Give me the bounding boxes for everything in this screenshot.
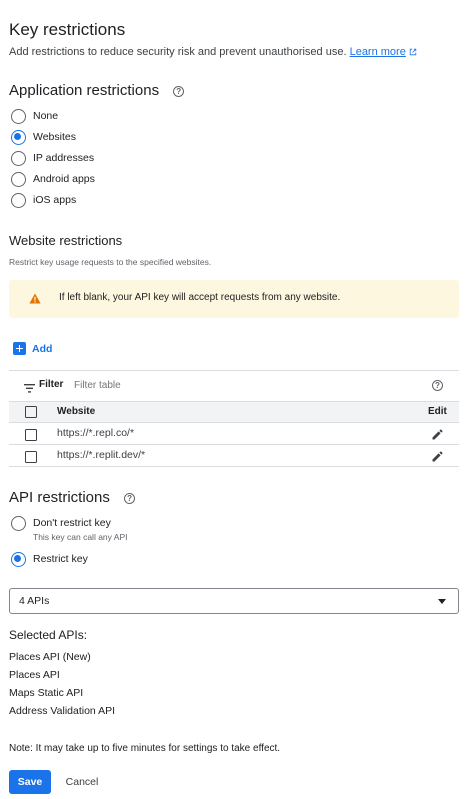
selected-api-item: Places API (New): [9, 651, 91, 663]
radio-dont-restrict-key[interactable]: Don't restrict key: [11, 515, 111, 531]
selected-api-item: Address Validation API: [9, 705, 116, 717]
radio-websites[interactable]: Websites: [11, 129, 76, 145]
edit-pencil-icon[interactable]: [432, 451, 443, 462]
selected-api-item: Maps Static API: [9, 687, 84, 699]
website-value: https://*.replit.dev/*: [57, 449, 146, 461]
radio-label: Restrict key: [33, 553, 88, 565]
filter-help-icon[interactable]: ?: [432, 380, 443, 391]
application-restrictions-label: Application restrictions: [9, 82, 160, 99]
radio-android-apps[interactable]: Android apps: [11, 171, 95, 187]
select-value: 4 APIs: [19, 595, 50, 607]
help-icon[interactable]: ?: [173, 86, 185, 97]
column-header-edit: Edit: [428, 406, 447, 417]
website-restrictions-description: Restrict key usage requests to the speci…: [9, 257, 212, 267]
warning-icon: [29, 293, 41, 304]
warning-banner: If left blank, your API key will accept …: [9, 280, 459, 318]
radio-label: Websites: [33, 131, 76, 143]
selected-api-item: Places API: [9, 669, 60, 681]
website-restrictions-title: Website restrictions: [9, 233, 123, 248]
radio-label: Don't restrict key: [33, 517, 111, 529]
save-button[interactable]: Save: [9, 770, 51, 794]
api-select-dropdown[interactable]: 4 APIs: [9, 588, 459, 614]
dropdown-arrow-icon: [438, 599, 446, 604]
description-text: Add restrictions to reduce security risk…: [9, 46, 347, 58]
help-icon[interactable]: ?: [124, 493, 136, 504]
warning-text: If left blank, your API key will accept …: [59, 292, 341, 303]
api-restrictions-label: API restrictions: [9, 489, 110, 506]
radio-button-selected[interactable]: [11, 551, 26, 567]
add-icon: [13, 342, 26, 355]
radio-button[interactable]: [11, 192, 26, 208]
application-restrictions-title: Application restrictions ?: [9, 82, 185, 99]
select-all-checkbox[interactable]: [25, 406, 37, 418]
edit-pencil-icon[interactable]: [432, 429, 443, 440]
add-label: Add: [32, 342, 53, 355]
radio-button-selected[interactable]: [11, 129, 26, 145]
radio-button[interactable]: [11, 108, 26, 124]
filter-label: Filter: [39, 379, 64, 390]
page-title: Key restrictions: [9, 20, 126, 39]
cancel-button[interactable]: Cancel: [59, 770, 105, 794]
row-checkbox[interactable]: [25, 451, 37, 463]
radio-label: Android apps: [33, 173, 95, 185]
row-checkbox[interactable]: [25, 429, 37, 441]
api-restrictions-title: API restrictions ?: [9, 489, 136, 506]
external-link-icon: [409, 48, 417, 56]
dont-restrict-sublabel: This key can call any API: [33, 532, 128, 542]
radio-label: iOS apps: [33, 194, 77, 206]
add-button[interactable]: Add: [13, 342, 52, 355]
settings-note: Note: It may take up to five minutes for…: [9, 743, 281, 754]
divider: [9, 370, 459, 371]
website-value: https://*.repl.co/*: [57, 427, 135, 439]
radio-ip-addresses[interactable]: IP addresses: [11, 150, 94, 166]
key-restrictions-description: Add restrictions to reduce security risk…: [9, 46, 417, 58]
radio-label: None: [33, 110, 59, 122]
radio-ios-apps[interactable]: iOS apps: [11, 192, 76, 208]
radio-button[interactable]: [11, 171, 26, 187]
radio-button[interactable]: [11, 150, 26, 166]
radio-button[interactable]: [11, 515, 26, 531]
filter-input[interactable]: [74, 377, 374, 393]
filter-icon: [24, 380, 35, 398]
radio-label: IP addresses: [33, 152, 95, 164]
radio-none[interactable]: None: [11, 108, 58, 124]
selected-apis-title: Selected APIs:: [9, 628, 88, 642]
learn-more-link[interactable]: Learn more: [350, 46, 406, 58]
radio-restrict-key[interactable]: Restrict key: [11, 551, 88, 567]
column-header-website[interactable]: Website: [57, 406, 95, 417]
